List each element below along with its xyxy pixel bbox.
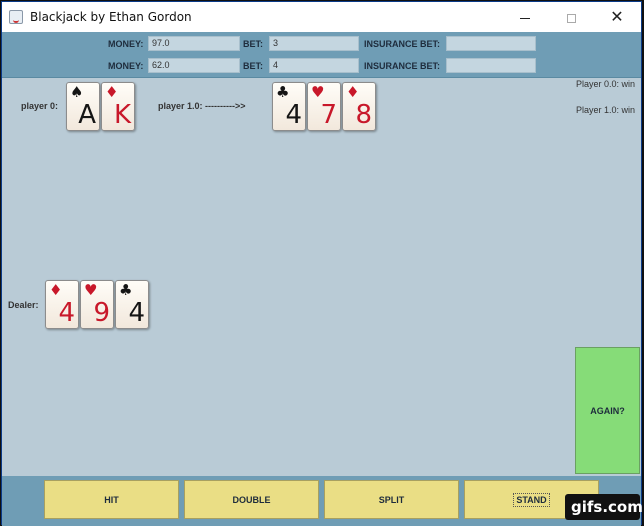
diamond-icon: ♦: [105, 83, 119, 101]
money-label: MONEY:: [108, 61, 144, 71]
player-0-result: Player 0.0: win: [576, 79, 636, 89]
bet-row-player-1: MONEY: 62.0 BET: 4 INSURANCE BET:: [2, 56, 641, 76]
money-label: MONEY:: [108, 39, 144, 49]
close-icon: ✕: [610, 7, 624, 26]
bet-row-player-0: MONEY: 97.0 BET: 3 INSURANCE BET:: [2, 34, 641, 54]
player-0-label: player 0:: [21, 101, 59, 111]
money-field[interactable]: 97.0: [148, 36, 240, 51]
heart-icon: ♥: [84, 281, 98, 299]
dealer-label: Dealer:: [8, 300, 39, 310]
player-1-result: Player 1.0: win: [576, 105, 636, 115]
bet-field[interactable]: 3: [269, 36, 359, 51]
bet-panel: MONEY: 97.0 BET: 3 INSURANCE BET: MONEY:…: [2, 32, 641, 78]
card-rank: 4: [58, 298, 75, 328]
insurance-bet-field[interactable]: [446, 58, 536, 73]
title-bar: Blackjack by Ethan Gordon ✕: [2, 2, 641, 32]
maximize-icon: [566, 13, 576, 23]
game-table: player 0: ♠ A ♦ K player 1.0: ----------…: [2, 78, 641, 476]
java-app-icon: [9, 10, 23, 24]
card: ♦ 4: [45, 280, 79, 329]
minimize-button[interactable]: [502, 2, 548, 32]
club-icon: ♣: [276, 83, 290, 101]
watermark: gifs.com: [565, 494, 643, 520]
money-field[interactable]: 62.0: [148, 58, 240, 73]
window-title: Blackjack by Ethan Gordon: [30, 10, 192, 24]
card-rank: 8: [355, 100, 372, 130]
card-rank: K: [113, 100, 131, 130]
insurance-bet-field[interactable]: [446, 36, 536, 51]
card-rank: 4: [128, 298, 145, 328]
card: ♥ 7: [307, 82, 341, 131]
card: ♥ 9: [80, 280, 114, 329]
stand-button-label: STAND: [513, 492, 550, 507]
insurance-bet-label: INSURANCE BET:: [364, 39, 441, 49]
card-rank: A: [78, 100, 96, 130]
double-button[interactable]: DOUBLE: [184, 480, 319, 519]
card: ♦ K: [101, 82, 135, 131]
card: ♣ 4: [115, 280, 149, 329]
card-rank: 9: [93, 298, 110, 328]
action-bar: HIT DOUBLE SPLIT STAND: [2, 476, 641, 526]
card: ♦ 8: [342, 82, 376, 131]
card: ♣ 4: [272, 82, 306, 131]
bet-label: BET:: [243, 61, 263, 71]
spade-icon: ♠: [70, 83, 84, 101]
diamond-icon: ♦: [346, 83, 360, 101]
club-icon: ♣: [119, 281, 133, 299]
insurance-bet-label: INSURANCE BET:: [364, 61, 441, 71]
close-button[interactable]: ✕: [594, 2, 640, 32]
card-rank: 7: [320, 100, 337, 130]
minimize-icon: [520, 17, 530, 19]
bet-field[interactable]: 4: [269, 58, 359, 73]
card: ♠ A: [66, 82, 100, 131]
player-1-label: player 1.0: ---------->>: [158, 101, 246, 111]
bet-label: BET:: [243, 39, 263, 49]
hit-button[interactable]: HIT: [44, 480, 179, 519]
card-rank: 4: [285, 100, 302, 130]
blackjack-window: Blackjack by Ethan Gordon ✕ MONEY: 97.0 …: [1, 1, 642, 526]
heart-icon: ♥: [311, 83, 325, 101]
maximize-button[interactable]: [548, 2, 594, 32]
diamond-icon: ♦: [49, 281, 63, 299]
split-button[interactable]: SPLIT: [324, 480, 459, 519]
again-button[interactable]: AGAIN?: [575, 347, 640, 474]
